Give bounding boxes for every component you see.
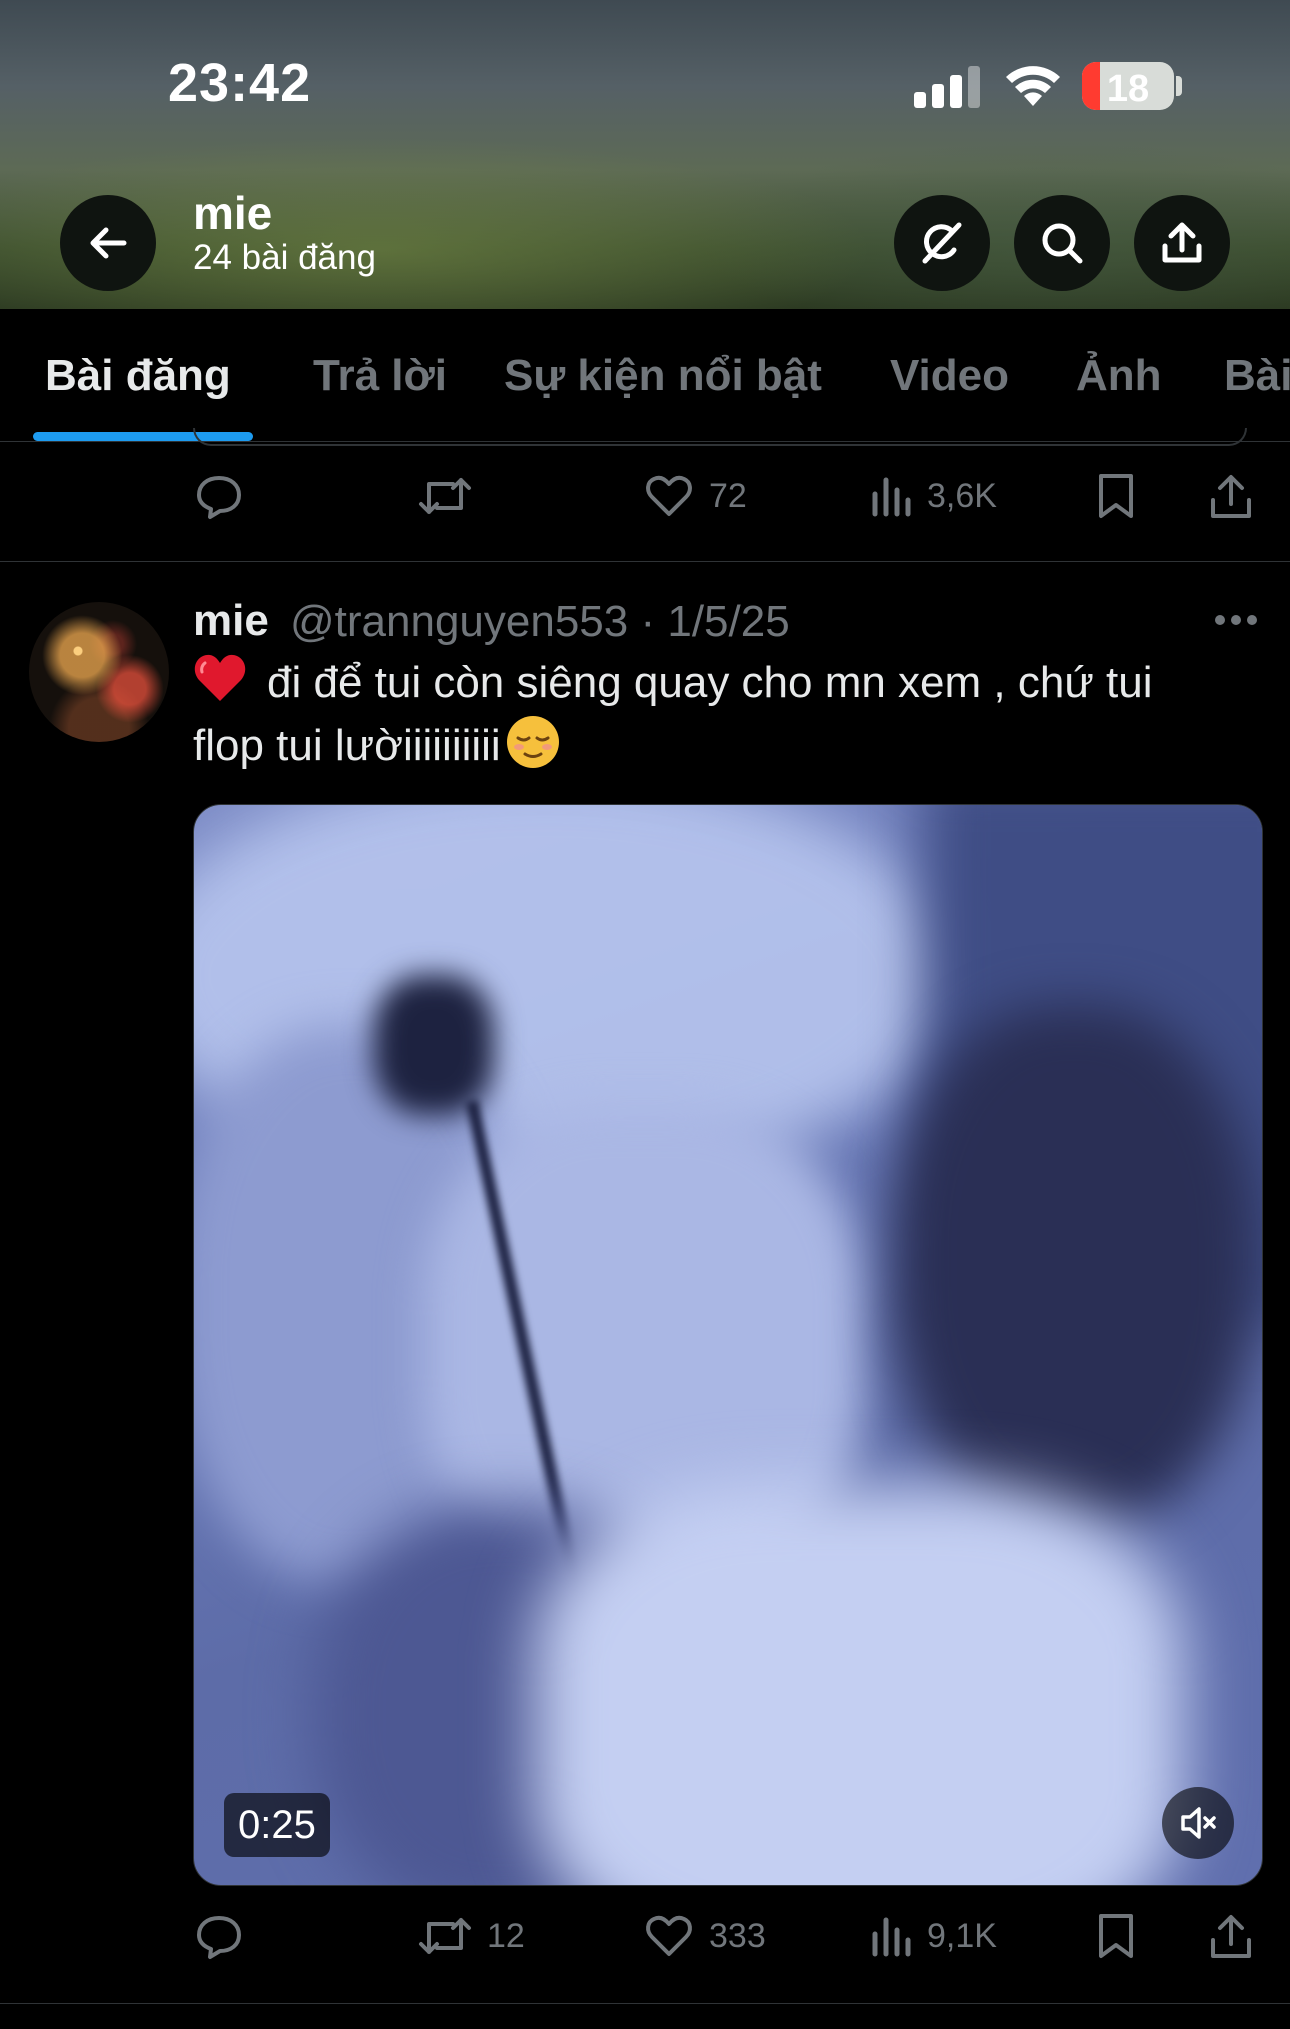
like-count: 333 xyxy=(709,1916,766,1955)
views-icon xyxy=(872,1917,911,1957)
tab-posts[interactable]: Bài đăng xyxy=(45,351,231,401)
profile-tabs: Bài đăng Trả lời Sự kiện nổi bật Video Ả… xyxy=(0,309,1290,442)
tweet-handle-date[interactable]: @trannguyen553 · 1/5/25 xyxy=(290,597,790,647)
profile-name: mie xyxy=(193,187,273,239)
tweet-divider xyxy=(0,561,1290,562)
battery-icon: 18 xyxy=(1082,62,1174,110)
battery-cap xyxy=(1176,76,1182,96)
retweet-icon xyxy=(419,1918,471,1954)
tab-articles[interactable]: Bài xyxy=(1224,351,1290,401)
search-button[interactable] xyxy=(1014,195,1110,291)
retweet-button[interactable]: 12 xyxy=(417,1896,525,1976)
back-button[interactable] xyxy=(60,195,156,291)
like-button[interactable]: 72 xyxy=(643,456,747,536)
reply-icon xyxy=(197,476,241,519)
tweet-text: đi để tui còn siêng quay cho mn xem , ch… xyxy=(193,652,1263,777)
video-duration: 0:25 xyxy=(224,1793,330,1857)
tab-highlights[interactable]: Sự kiện nổi bật xyxy=(504,351,822,401)
tab-videos[interactable]: Video xyxy=(890,351,1009,401)
views-icon xyxy=(872,477,911,517)
search-icon xyxy=(1042,223,1083,264)
tab-replies[interactable]: Trả lời xyxy=(313,351,447,401)
tweet-divider xyxy=(0,2003,1290,2004)
tweet-text-line-1: đi để tui còn siêng quay cho mn xem , ch… xyxy=(267,658,1153,707)
previous-media-card-edge xyxy=(193,428,1247,446)
bookmark-button[interactable] xyxy=(1093,456,1139,536)
grok-button[interactable] xyxy=(894,195,990,291)
mute-icon xyxy=(1181,1807,1216,1839)
share-button[interactable] xyxy=(1207,456,1255,536)
share-icon xyxy=(1162,222,1202,263)
more-options-icon[interactable] xyxy=(1212,608,1260,632)
status-time: 23:42 xyxy=(168,53,312,113)
views-button[interactable]: 3,6K xyxy=(869,456,997,536)
reply-icon xyxy=(197,1916,241,1959)
post-count: 24 bài đăng xyxy=(193,238,376,277)
back-arrow-icon xyxy=(90,227,127,259)
wifi-icon xyxy=(1006,66,1060,106)
like-count: 72 xyxy=(709,476,747,515)
retweet-button[interactable] xyxy=(417,456,487,536)
like-button[interactable]: 333 xyxy=(643,1896,766,1976)
tweet-author-name[interactable]: mie xyxy=(193,596,269,646)
bookmark-icon xyxy=(1099,474,1133,518)
retweet-icon xyxy=(419,478,471,514)
bookmark-icon xyxy=(1099,1914,1133,1958)
reply-button[interactable] xyxy=(193,456,259,536)
grok-icon xyxy=(922,222,962,264)
tweet-video[interactable]: 0:25 xyxy=(193,804,1263,1886)
relieved-face-emoji-icon xyxy=(506,716,559,768)
view-count: 3,6K xyxy=(927,476,997,515)
previous-tweet-actions: 72 3,6K xyxy=(0,456,1290,536)
reply-button[interactable] xyxy=(193,1896,259,1976)
bookmark-button[interactable] xyxy=(1093,1896,1139,1976)
avatar[interactable] xyxy=(29,602,169,742)
retweet-count: 12 xyxy=(487,1916,525,1955)
view-count: 9,1K xyxy=(927,1916,997,1955)
share-profile-button[interactable] xyxy=(1134,195,1230,291)
profile-header: 23:42 18 mie 24 bài đăng xyxy=(0,0,1290,309)
cellular-signal-icon xyxy=(914,64,980,108)
like-icon xyxy=(646,1915,692,1956)
tweet-actions: 12 333 9,1K xyxy=(0,1896,1290,1976)
mute-button[interactable] xyxy=(1162,1787,1234,1859)
red-heart-emoji-icon xyxy=(194,654,246,701)
tweet-text-line-2: flop tui lườiiiiiiiiii xyxy=(193,721,501,770)
views-button[interactable]: 9,1K xyxy=(869,1896,997,1976)
like-icon xyxy=(646,475,692,516)
share-icon xyxy=(1211,475,1251,518)
share-button[interactable] xyxy=(1207,1896,1255,1976)
battery-level: 18 xyxy=(1106,68,1150,110)
tab-photos[interactable]: Ảnh xyxy=(1076,351,1162,401)
share-icon xyxy=(1211,1915,1251,1958)
